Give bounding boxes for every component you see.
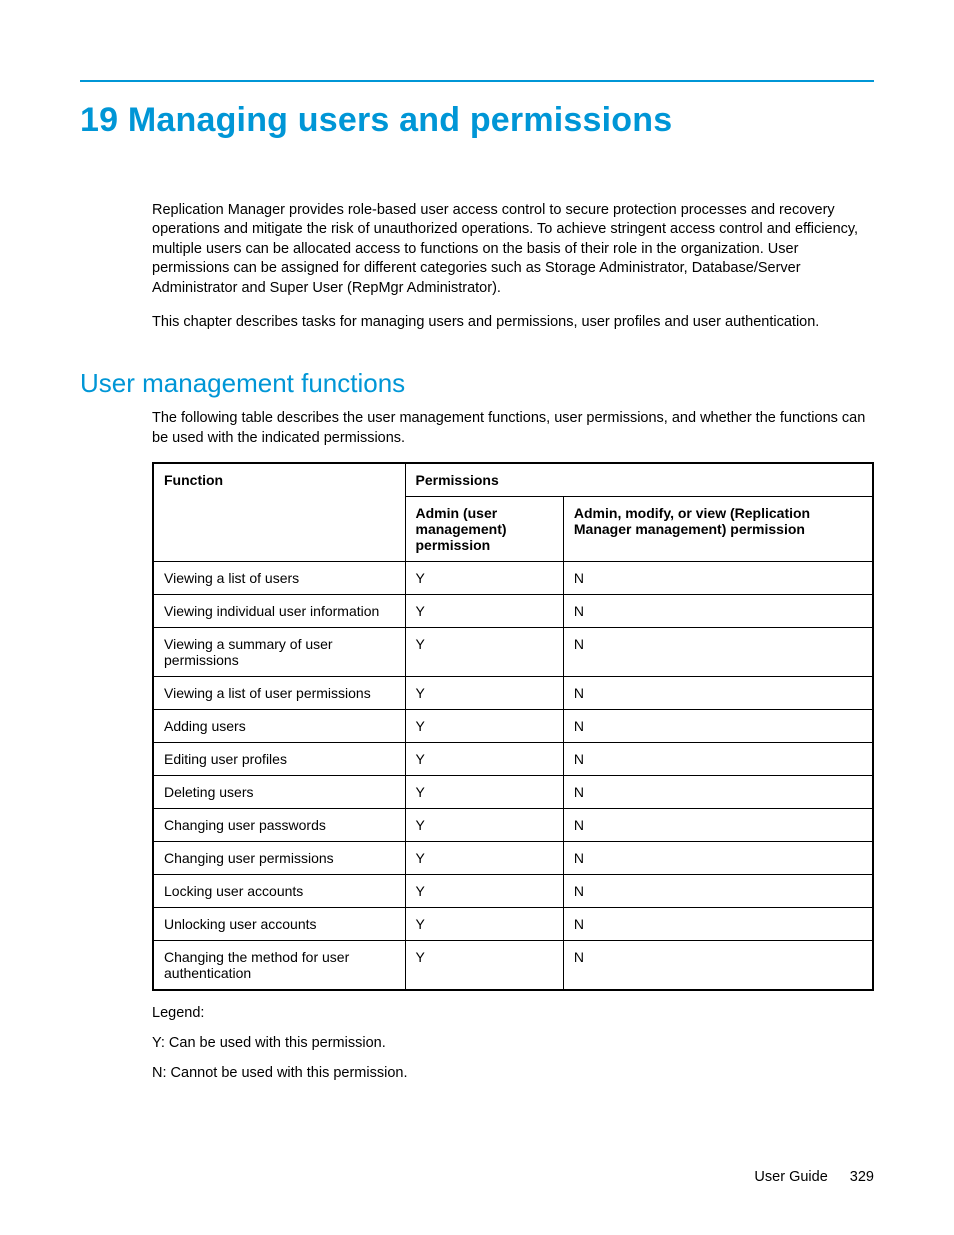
table-row: Deleting usersYN <box>153 776 873 809</box>
cell-function: Viewing individual user information <box>153 595 405 628</box>
cell-admin: Y <box>405 562 563 595</box>
table-row: Editing user profilesYN <box>153 743 873 776</box>
cell-function: Viewing a list of users <box>153 562 405 595</box>
cell-function: Viewing a summary of user permissions <box>153 628 405 677</box>
section-intro: The following table describes the user m… <box>152 409 874 448</box>
table-row: Adding usersYN <box>153 710 873 743</box>
cell-admin: Y <box>405 677 563 710</box>
cell-amv: N <box>563 743 873 776</box>
legend-label: Legend: <box>152 1005 874 1021</box>
table-row: Changing the method for user authenticat… <box>153 941 873 991</box>
chapter-title: 19 Managing users and permissions <box>80 100 874 141</box>
cell-function: Unlocking user accounts <box>153 908 405 941</box>
cell-amv: N <box>563 595 873 628</box>
cell-function: Adding users <box>153 710 405 743</box>
cell-amv: N <box>563 628 873 677</box>
cell-amv: N <box>563 809 873 842</box>
cell-function: Viewing a list of user permissions <box>153 677 405 710</box>
cell-function: Locking user accounts <box>153 875 405 908</box>
legend-y: Y: Can be used with this permission. <box>152 1035 874 1051</box>
table-row: Changing user passwordsYN <box>153 809 873 842</box>
cell-amv: N <box>563 710 873 743</box>
table-row: Viewing a list of usersYN <box>153 562 873 595</box>
cell-function: Changing user passwords <box>153 809 405 842</box>
table-row: Unlocking user accountsYN <box>153 908 873 941</box>
cell-admin: Y <box>405 595 563 628</box>
intro-paragraph-2: This chapter describes tasks for managin… <box>152 313 874 333</box>
table-header-row-1: Function Permissions <box>153 463 873 497</box>
cell-amv: N <box>563 908 873 941</box>
cell-admin: Y <box>405 941 563 991</box>
cell-amv: N <box>563 677 873 710</box>
cell-amv: N <box>563 562 873 595</box>
cell-admin: Y <box>405 842 563 875</box>
cell-admin: Y <box>405 908 563 941</box>
footer-page-number: 329 <box>850 1169 874 1185</box>
intro-paragraph-1: Replication Manager provides role-based … <box>152 201 874 299</box>
legend-n: N: Cannot be used with this permission. <box>152 1065 874 1081</box>
cell-admin: Y <box>405 743 563 776</box>
th-function: Function <box>153 463 405 562</box>
table-row: Changing user permissionsYN <box>153 842 873 875</box>
table-row: Viewing individual user informationYN <box>153 595 873 628</box>
th-admin: Admin (user management) permission <box>405 497 563 562</box>
top-rule <box>80 80 874 82</box>
th-amv: Admin, modify, or view (Replication Mana… <box>563 497 873 562</box>
cell-amv: N <box>563 842 873 875</box>
cell-amv: N <box>563 875 873 908</box>
section-title: User management functions <box>80 368 874 399</box>
cell-function: Changing the method for user authenticat… <box>153 941 405 991</box>
table-row: Viewing a summary of user permissionsYN <box>153 628 873 677</box>
cell-admin: Y <box>405 776 563 809</box>
cell-function: Deleting users <box>153 776 405 809</box>
cell-amv: N <box>563 941 873 991</box>
cell-admin: Y <box>405 628 563 677</box>
table-row: Locking user accountsYN <box>153 875 873 908</box>
cell-admin: Y <box>405 809 563 842</box>
page-footer: User Guide 329 <box>754 1169 874 1185</box>
cell-function: Editing user profiles <box>153 743 405 776</box>
th-permissions: Permissions <box>405 463 873 497</box>
footer-title: User Guide <box>754 1169 827 1185</box>
cell-admin: Y <box>405 710 563 743</box>
cell-function: Changing user permissions <box>153 842 405 875</box>
permissions-table: Function Permissions Admin (user managem… <box>152 462 874 991</box>
table-row: Viewing a list of user permissionsYN <box>153 677 873 710</box>
cell-admin: Y <box>405 875 563 908</box>
cell-amv: N <box>563 776 873 809</box>
